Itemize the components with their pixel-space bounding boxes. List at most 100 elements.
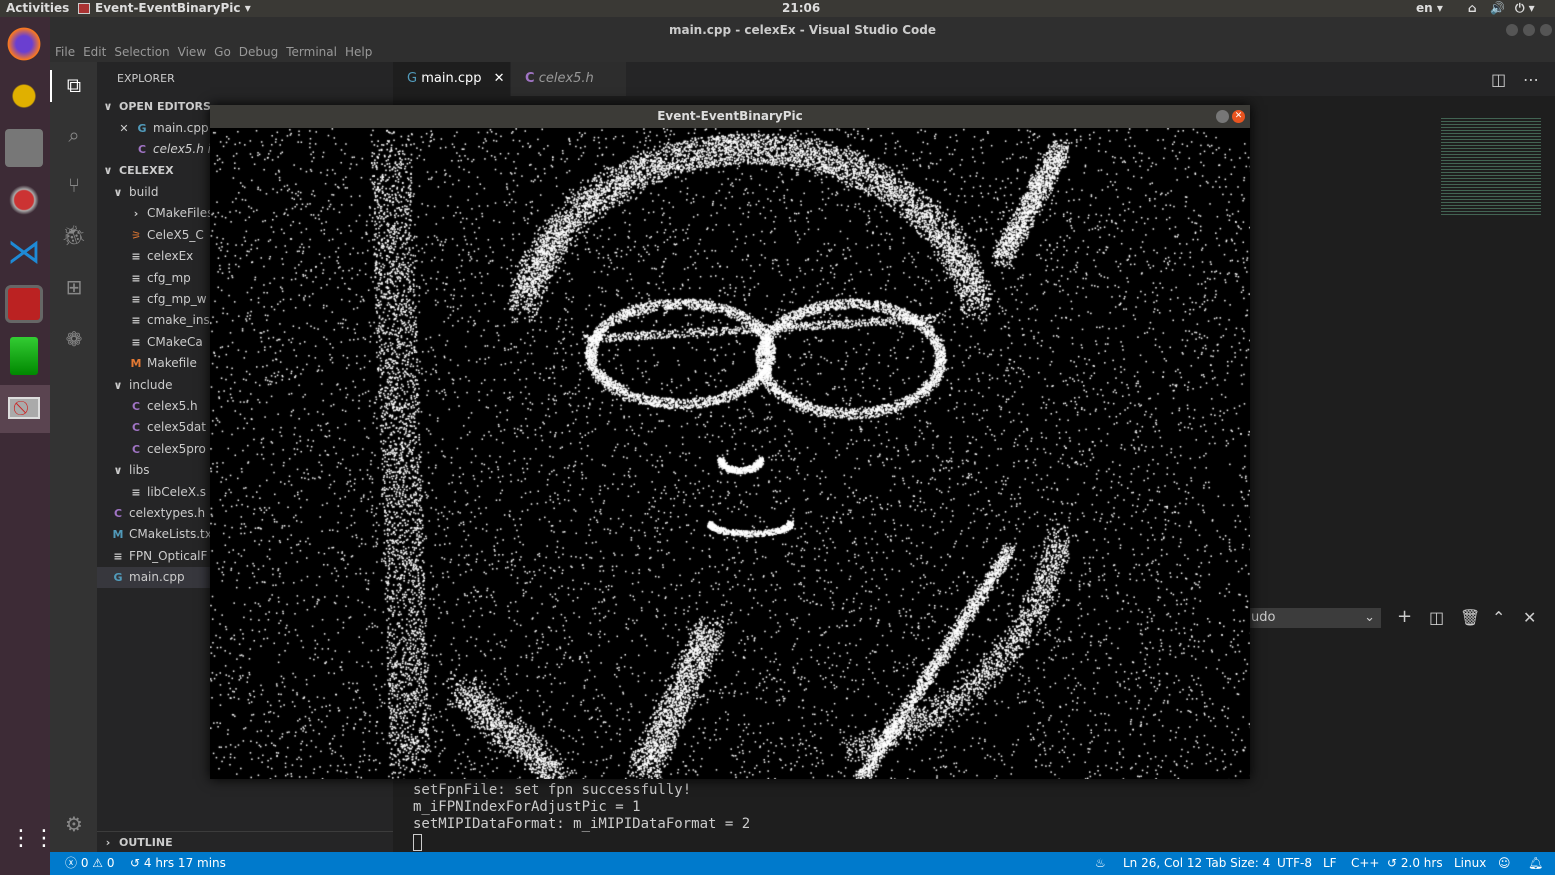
outline-header[interactable]: › OUTLINE [97,831,393,852]
os-indicator[interactable]: Linux [1454,852,1486,875]
section-label: OUTLINE [119,836,173,849]
file-name: build [129,185,159,199]
maximize-button[interactable] [1523,24,1535,36]
activities-button[interactable]: Activities [6,1,69,15]
close-panel-icon[interactable]: ✕ [1523,608,1536,627]
tab-label: main.cpp [421,71,482,86]
menu-view[interactable]: View [178,45,206,59]
explorer-icon[interactable]: ⧉ [61,73,87,99]
trash-icon[interactable]: 🗑︎ [1460,608,1480,627]
debug-icon[interactable]: 🐞︎ [61,223,87,249]
bell-icon[interactable]: 🔔︎ [1528,852,1543,875]
encoding[interactable]: UTF-8 [1277,852,1312,875]
file-icon: C [131,400,141,413]
problems-indicator[interactable]: ⓧ 0 ⚠ 0 [65,852,115,875]
gear-icon[interactable]: ⚙ [61,812,87,838]
split-terminal-icon[interactable]: ◫ [1429,608,1444,627]
file-name: cfg_mp [147,270,191,285]
settings-tool-icon[interactable] [5,181,43,219]
line-ending[interactable]: LF [1323,852,1337,875]
terminal-select[interactable]: udo ⌄ [1249,608,1381,628]
tab-celex5-h[interactable]: C celex5.h [511,62,626,96]
pipe-icon[interactable] [10,337,38,375]
extensions-icon[interactable]: ⊞ [61,275,87,301]
terminal-line: m_iFPNIndexForAdjustPic = 1 [413,799,641,815]
running-app-highlight[interactable]: ⃠ [0,385,50,433]
file-name: CMakeFiles [147,206,214,221]
terminal-cursor [413,834,422,851]
cpp-file-icon: G [407,71,418,86]
close-button[interactable] [1540,24,1552,36]
app-menu[interactable]: Event-EventBinaryPic ▾ [95,1,251,15]
menu-terminal[interactable]: Terminal [286,45,337,59]
terminal-line: setMIPIDataFormat: m_iMIPIDataFormat = 2 [413,816,751,832]
dock: ⋊ ⃠ ⋮⋮⋮ [0,17,78,875]
file-icon: G [113,571,123,585]
maximize-panel-icon[interactable]: ⌃ [1492,608,1505,627]
file-name: cmake_ins [147,313,210,328]
file-name: celex5.h in [153,142,219,156]
activity-bar: ⧉ ⌕ ⑂ 🐞︎ ⊞ ❁ ⚙ [50,62,97,852]
firefox-icon[interactable] [5,25,43,63]
coding-timer[interactable]: ↺ 2.0 hrs [1387,852,1443,875]
more-actions-icon[interactable]: ⋯ [1523,70,1539,89]
source-control-icon[interactable]: ⑂ [61,173,87,199]
feedback-icon[interactable]: ☺ [1498,852,1511,875]
close-icon[interactable]: ✕ [494,71,505,86]
cursor-position[interactable]: Ln 26, Col 12 [1123,852,1202,875]
editor-tabs: G main.cpp ✕ C celex5.h ◫ ⋯ [393,62,1555,96]
file-name: libs [129,463,150,478]
popup-title-bar: Event-EventBinaryPic ✕ [210,105,1250,128]
language-mode[interactable]: C++ [1351,852,1380,875]
file-name: cfg_mp_w [147,292,207,306]
file-name: celex5pro [147,441,206,456]
file-icon: ≡ [131,314,141,328]
network-icon[interactable]: ⌂ [1468,1,1477,15]
vscode-icon[interactable]: ⋊ [5,233,43,271]
c-file-icon: C [525,71,535,86]
tab-size[interactable]: Tab Size: 4 [1206,852,1270,875]
file-icon: ≡ [113,549,123,563]
files-icon[interactable] [5,129,43,167]
language-menu[interactable]: en ▾ [1416,1,1443,15]
file-icon: C [131,421,141,435]
popup-title: Event-EventBinaryPic [657,109,803,123]
menu-file[interactable]: File [55,45,75,59]
file-icon: M [112,528,124,542]
teapot-icon[interactable] [5,77,43,115]
volume-icon[interactable]: 🔊 [1490,1,1505,15]
session-time[interactable]: ↺ 4 hrs 17 mins [130,852,226,875]
power-icon[interactable]: ⏻ ▾ [1515,1,1535,16]
flame-icon[interactable]: ♨ [1095,852,1106,875]
tab-main-cpp[interactable]: G main.cpp ✕ [393,62,510,96]
paw-icon[interactable]: ❁ [61,327,87,353]
search-icon[interactable]: ⌕ [61,123,87,149]
app-icon [78,3,90,14]
minimap[interactable] [1441,116,1541,216]
terminal-line: setFpnFile: set fpn successfully! [413,782,692,798]
popup-close-button[interactable]: ✕ [1232,110,1245,123]
file-name: libCeleX.s [147,484,207,499]
file-icon: C [137,143,147,156]
file-name: celexEx [147,249,194,264]
section-label: OPEN EDITORS [119,100,211,113]
status-bar: ⓧ 0 ⚠ 0 ↺ 4 hrs 17 mins ♨ Ln 26, Col 12 … [50,852,1555,875]
file-name: CeleX5_C [147,227,204,242]
menu-help[interactable]: Help [345,45,372,59]
new-terminal-icon[interactable]: + [1397,606,1412,627]
menu-edit[interactable]: Edit [83,45,106,59]
popup-minimize-button[interactable] [1216,110,1229,123]
clock[interactable]: 21:06 [782,1,820,15]
file-icon: ⚞ [131,228,141,242]
menu-selection[interactable]: Selection [114,45,169,59]
close-icon[interactable]: ✕ [117,118,131,139]
menu-go[interactable]: Go [214,45,231,59]
minimize-button[interactable] [1506,24,1518,36]
menu-debug[interactable]: Debug [239,45,278,59]
split-editor-icon[interactable]: ◫ [1491,70,1506,89]
window-title-bar: main.cpp - celexEx - Visual Studio Code [50,17,1555,42]
file-icon: ≡ [131,250,141,264]
app-icon-red[interactable] [5,285,43,323]
file-name: celex5.h [147,399,198,413]
file-icon: ≡ [131,335,141,349]
